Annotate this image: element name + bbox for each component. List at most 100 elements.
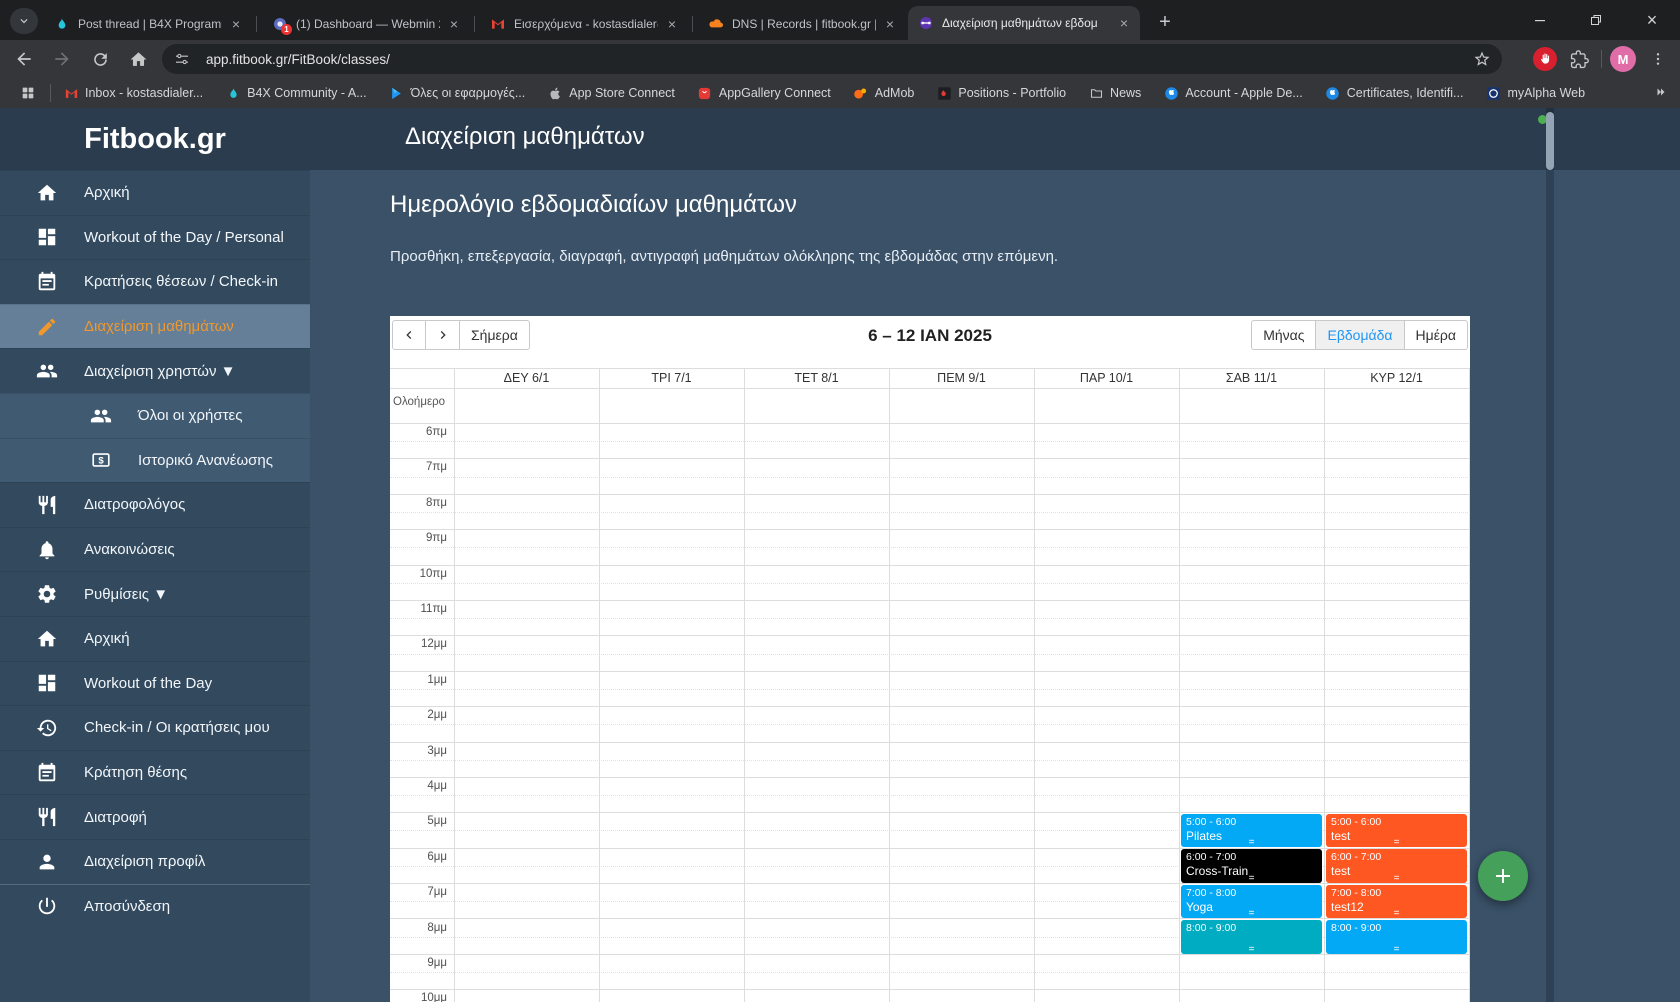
sidebar-item-user-management[interactable]: Διαχείριση χρηστών ▼ (0, 348, 310, 393)
resize-handle-icon[interactable] (1181, 945, 1322, 954)
sidebar-item-wod-personal[interactable]: Workout of the Day / Personal (0, 214, 310, 260)
sidebar-item-announcements[interactable]: Ανακοινώσεις (0, 526, 310, 572)
week-view-button[interactable]: Εβδομάδα (1316, 320, 1405, 350)
tab-fitbook-active[interactable]: Διαχείριση μαθημάτων εβδομ × (908, 6, 1140, 40)
calendar-icon (36, 762, 58, 784)
tab-b4x[interactable]: Post thread | B4X Programming × (44, 8, 252, 40)
resize-handle-icon[interactable] (1181, 909, 1322, 918)
home-icon (36, 628, 58, 650)
bookmark-positions[interactable]: Positions - Portfolio (936, 85, 1066, 101)
month-view-button[interactable]: Μήνας (1251, 320, 1317, 350)
sidebar-item-renewal-history[interactable]: $ Ιστορικό Ανανέωσης (0, 437, 310, 483)
close-window-button[interactable]: × (1624, 0, 1680, 40)
browser-menu-kebab-icon[interactable] (1644, 45, 1672, 73)
calendar-event[interactable]: 5:00 - 6:00 test (1326, 814, 1467, 847)
bookmark-inbox[interactable]: Inbox - kostasdialer... (63, 85, 203, 101)
apps-grid-icon[interactable] (14, 79, 42, 107)
portfolio-icon (936, 85, 952, 101)
reload-button[interactable] (86, 45, 114, 73)
day-view-button[interactable]: Ημέρα (1404, 320, 1468, 350)
bookmark-appstore[interactable]: App Store Connect (547, 85, 675, 101)
sidebar-item-home[interactable]: Αρχική (0, 170, 310, 215)
time-label: 6πμ (426, 426, 447, 438)
sidebar-item-all-users[interactable]: Όλοι οι χρήστες (0, 392, 310, 438)
adblock-extension-icon[interactable] (1533, 47, 1557, 71)
sidebar-item-bookings-checkin[interactable]: Κρατήσεις θέσεων / Check-in (0, 259, 310, 304)
profile-avatar[interactable]: M (1610, 46, 1636, 72)
restore-button[interactable] (1568, 0, 1624, 40)
resize-handle-icon[interactable] (1181, 838, 1322, 847)
sidebar-item-nutrition[interactable]: Διατροφή (0, 794, 310, 839)
sidebar-item-profile[interactable]: Διαχείριση προφίλ (0, 838, 310, 884)
sidebar-item-class-management-active[interactable]: Διαχείριση μαθημάτων (0, 303, 310, 349)
tab-close-icon[interactable]: × (446, 16, 462, 32)
weekly-calendar: Σήμερα 6 – 12 ΙΑΝ 2025 Μήνας Εβδομάδα Ημ… (390, 316, 1470, 1002)
tab-close-icon[interactable]: × (228, 16, 244, 32)
tab-search-button[interactable] (10, 8, 38, 34)
new-tab-button[interactable]: + (1152, 10, 1178, 36)
extensions-puzzle-icon[interactable] (1565, 45, 1593, 73)
bookmark-myalpha[interactable]: myAlpha Web (1485, 85, 1585, 101)
add-icon (1496, 869, 1510, 883)
tab-close-icon[interactable]: × (664, 16, 680, 32)
bookmark-star-icon[interactable] (1468, 45, 1496, 73)
calendar-event[interactable]: 7:00 - 8:00 test12 (1326, 885, 1467, 918)
back-button[interactable] (10, 45, 38, 73)
brand-logo: Fitbook.gr (0, 108, 310, 170)
forward-button[interactable] (48, 45, 76, 73)
home-button[interactable] (124, 45, 152, 73)
calendar-event[interactable]: 5:00 - 6:00 Pilates (1181, 814, 1322, 847)
calendar-event[interactable]: 7:00 - 8:00 Yoga (1181, 885, 1322, 918)
resize-handle-icon[interactable] (1181, 874, 1322, 883)
bookmark-appgallery[interactable]: AppGallery Connect (697, 85, 831, 101)
site-settings-icon[interactable] (168, 45, 196, 73)
calendar-event[interactable]: 8:00 - 9:00 (1326, 920, 1467, 954)
tab-dns[interactable]: DNS | Records | fitbook.gr | Kost × (698, 8, 906, 40)
next-week-button[interactable] (426, 320, 460, 350)
section-heading: Ημερολόγιο εβδομαδιαίων μαθημάτων (390, 191, 797, 218)
calendar-event[interactable]: 6:00 - 7:00 Cross-Train (1181, 849, 1322, 883)
sidebar-item-wod[interactable]: Workout of the Day (0, 660, 310, 706)
gmail-icon (63, 85, 79, 101)
calendar-event[interactable]: 6:00 - 7:00 test (1326, 849, 1467, 883)
bookmark-b4x[interactable]: B4X Community - A... (225, 85, 367, 101)
sidebar-item-my-bookings[interactable]: Check-in / Οι κρατήσεις μου (0, 705, 310, 750)
resize-handle-icon[interactable] (1326, 838, 1467, 847)
resize-handle-icon[interactable] (1326, 874, 1467, 883)
appgallery-icon (697, 85, 713, 101)
gmail-icon (490, 16, 506, 32)
time-label: 8πμ (426, 497, 447, 509)
resize-handle-icon[interactable] (1326, 909, 1467, 918)
restaurant-icon (36, 494, 58, 516)
today-button[interactable]: Σήμερα (460, 320, 530, 350)
prev-week-button[interactable] (392, 320, 426, 350)
sidebar-item-book-seat[interactable]: Κράτηση θέσης (0, 749, 310, 795)
bookmark-certificates[interactable]: Certificates, Identifi... (1325, 85, 1463, 101)
apple-developer-icon (1163, 85, 1179, 101)
tab-gmail[interactable]: Εισερχόμενα - kostasdialer@gm × (480, 8, 688, 40)
day-header: ΣΑΒ 11/1 (1225, 371, 1278, 385)
scrollbar-thumb[interactable] (1546, 112, 1554, 170)
sidebar-item-settings[interactable]: Ρυθμίσεις ▼ (0, 571, 310, 616)
tab-webmin[interactable]: 1 (1) Dashboard — Webmin 2.202 × (262, 8, 470, 40)
page-scrollbar[interactable] (1546, 108, 1554, 1002)
url-text[interactable]: app.fitbook.gr/FitBook/classes/ (206, 52, 1458, 67)
tab-close-icon[interactable]: × (882, 16, 898, 32)
b4x-flame-icon (225, 85, 241, 101)
calendar-event[interactable]: 8:00 - 9:00 (1181, 920, 1322, 954)
sidebar-item-logout[interactable]: Αποσύνδεση (0, 883, 310, 929)
resize-handle-icon[interactable] (1326, 945, 1467, 954)
minimize-button[interactable] (1512, 0, 1568, 40)
bookmark-admob[interactable]: AdMob (853, 85, 914, 101)
bookmark-apps[interactable]: Όλες οι εφαρμογές... (389, 85, 525, 101)
bookmark-news-folder[interactable]: News (1088, 85, 1141, 101)
tab-title: DNS | Records | fitbook.gr | Kost (732, 17, 876, 31)
sidebar-item-nutritionist[interactable]: Διατροφολόγος (0, 482, 310, 527)
address-bar[interactable]: app.fitbook.gr/FitBook/classes/ (162, 44, 1502, 74)
dollar-icon: $ (90, 449, 112, 471)
sidebar-item-home-member[interactable]: Αρχική (0, 615, 310, 661)
bookmarks-overflow-chevrons-icon[interactable] (1654, 85, 1668, 102)
add-class-fab[interactable] (1478, 851, 1528, 901)
bookmark-apple-account[interactable]: Account - Apple De... (1163, 85, 1303, 101)
tab-close-icon[interactable]: × (1116, 15, 1132, 31)
